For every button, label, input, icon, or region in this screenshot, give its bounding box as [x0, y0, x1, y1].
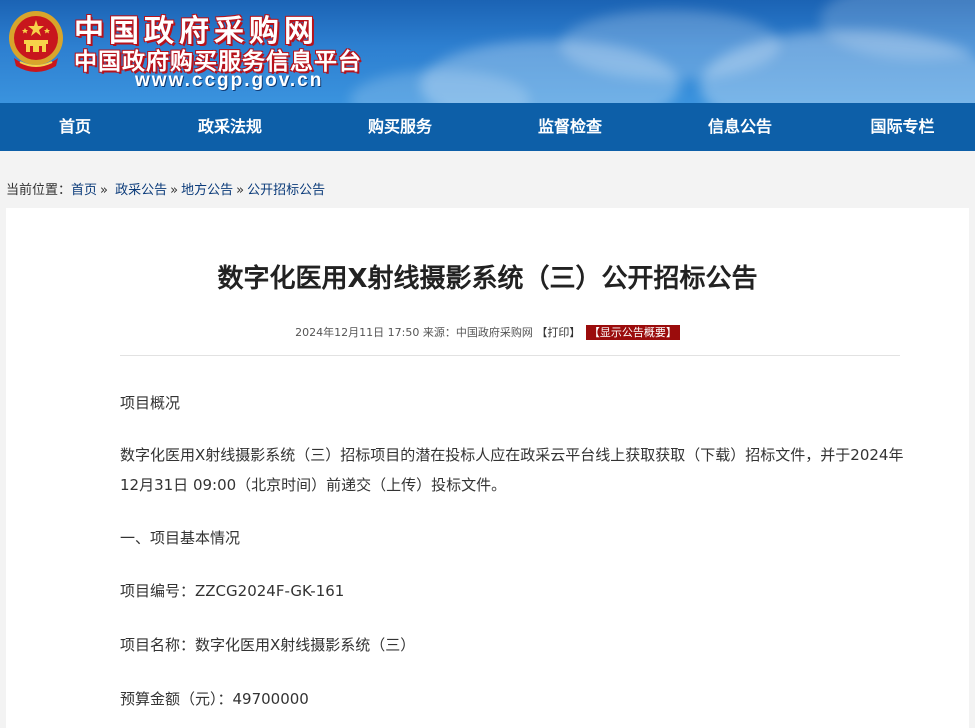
national-emblem-icon [9, 11, 63, 72]
overview-heading: 项目概况 [120, 394, 181, 412]
breadcrumb-separator: » [170, 183, 179, 198]
intro-paragraph: 数字化医用X射线摄影系统（三）招标项目的潜在投标人应在政采云平台线上获取获取（下… [120, 446, 904, 494]
nav-item-home[interactable]: 首页 [0, 103, 150, 151]
show-summary-button[interactable]: 【显示公告概要】 [585, 325, 680, 340]
section-heading: 一、项目基本情况 [120, 529, 241, 547]
divider [120, 355, 900, 356]
article-meta: 2024年12月11日 17:50 来源：中国政府采购网 【打印】 【显示公告概… [6, 324, 969, 340]
nav-item-purchase-services[interactable]: 购买服务 [310, 103, 490, 151]
breadcrumb-procurement-announcements[interactable]: 政采公告 [115, 183, 167, 198]
article-title: 数字化医用X射线摄影系统（三）公开招标公告 [217, 264, 758, 294]
project-number: 项目编号：ZZCG2024F-GK-161 [120, 582, 345, 600]
breadcrumb-home[interactable]: 首页 [71, 183, 97, 198]
breadcrumb-prefix: 当前位置： [6, 183, 72, 198]
site-banner: 中国政府采购网 中国政府购买服务信息平台 www.ccgp.gov.cn [0, 0, 975, 103]
article-card: 数字化医用X射线摄影系统（三）公开招标公告 2024年12月11日 17:50 … [6, 208, 969, 728]
main-nav: 首页 政采法规 购买服务 监督检查 信息公告 国际专栏 [0, 103, 975, 151]
print-link[interactable]: 【打印】 [536, 326, 580, 339]
breadcrumb-separator: » [236, 183, 245, 198]
breadcrumb: 当前位置：首页» 政采公告» 地方公告» 公开招标公告 [6, 179, 325, 198]
breadcrumb-public-tender[interactable]: 公开招标公告 [247, 183, 325, 198]
nav-item-regulations[interactable]: 政采法规 [150, 103, 310, 151]
nav-item-international[interactable]: 国际专栏 [830, 103, 975, 151]
budget-amount: 预算金额（元）：49700000 [120, 690, 309, 708]
nav-item-announcements[interactable]: 信息公告 [650, 103, 830, 151]
nav-item-supervision[interactable]: 监督检查 [490, 103, 650, 151]
breadcrumb-local-announcements[interactable]: 地方公告 [181, 183, 233, 198]
site-url: www.ccgp.gov.cn [135, 70, 324, 91]
breadcrumb-separator: » [100, 183, 108, 198]
project-name: 项目名称：数字化医用X射线摄影系统（三） [120, 636, 416, 654]
publish-info: 2024年12月11日 17:50 来源：中国政府采购网 [295, 326, 533, 339]
article-body: 项目概况 数字化医用X射线摄影系统（三）招标项目的潜在投标人应在政采云平台线上获… [120, 388, 910, 714]
